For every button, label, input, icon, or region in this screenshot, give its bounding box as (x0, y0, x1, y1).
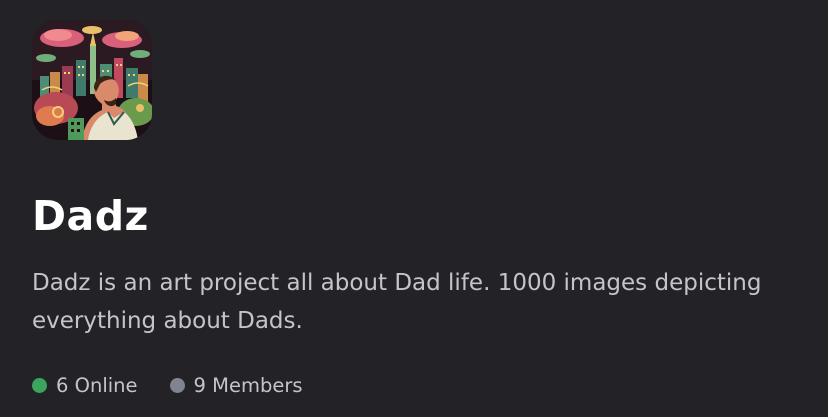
members-label: Members (212, 373, 303, 397)
server-info-card: Dadz Dadz is an art project all about Da… (0, 0, 828, 417)
members-status-dot-icon (169, 377, 185, 393)
online-count: 6 (56, 373, 69, 397)
members-count: 9 (193, 373, 206, 397)
server-stats: 6 Online 9 Members (32, 370, 303, 400)
online-label: Online (74, 373, 138, 397)
server-description: Dadz is an art project all about Dad lif… (32, 270, 762, 334)
online-stat: 6 Online (32, 374, 138, 397)
server-name: Dadz (32, 192, 149, 240)
online-status-dot-icon (32, 377, 47, 393)
members-stat: 9 Members (169, 373, 303, 397)
server-avatar-image[interactable] (32, 20, 152, 140)
